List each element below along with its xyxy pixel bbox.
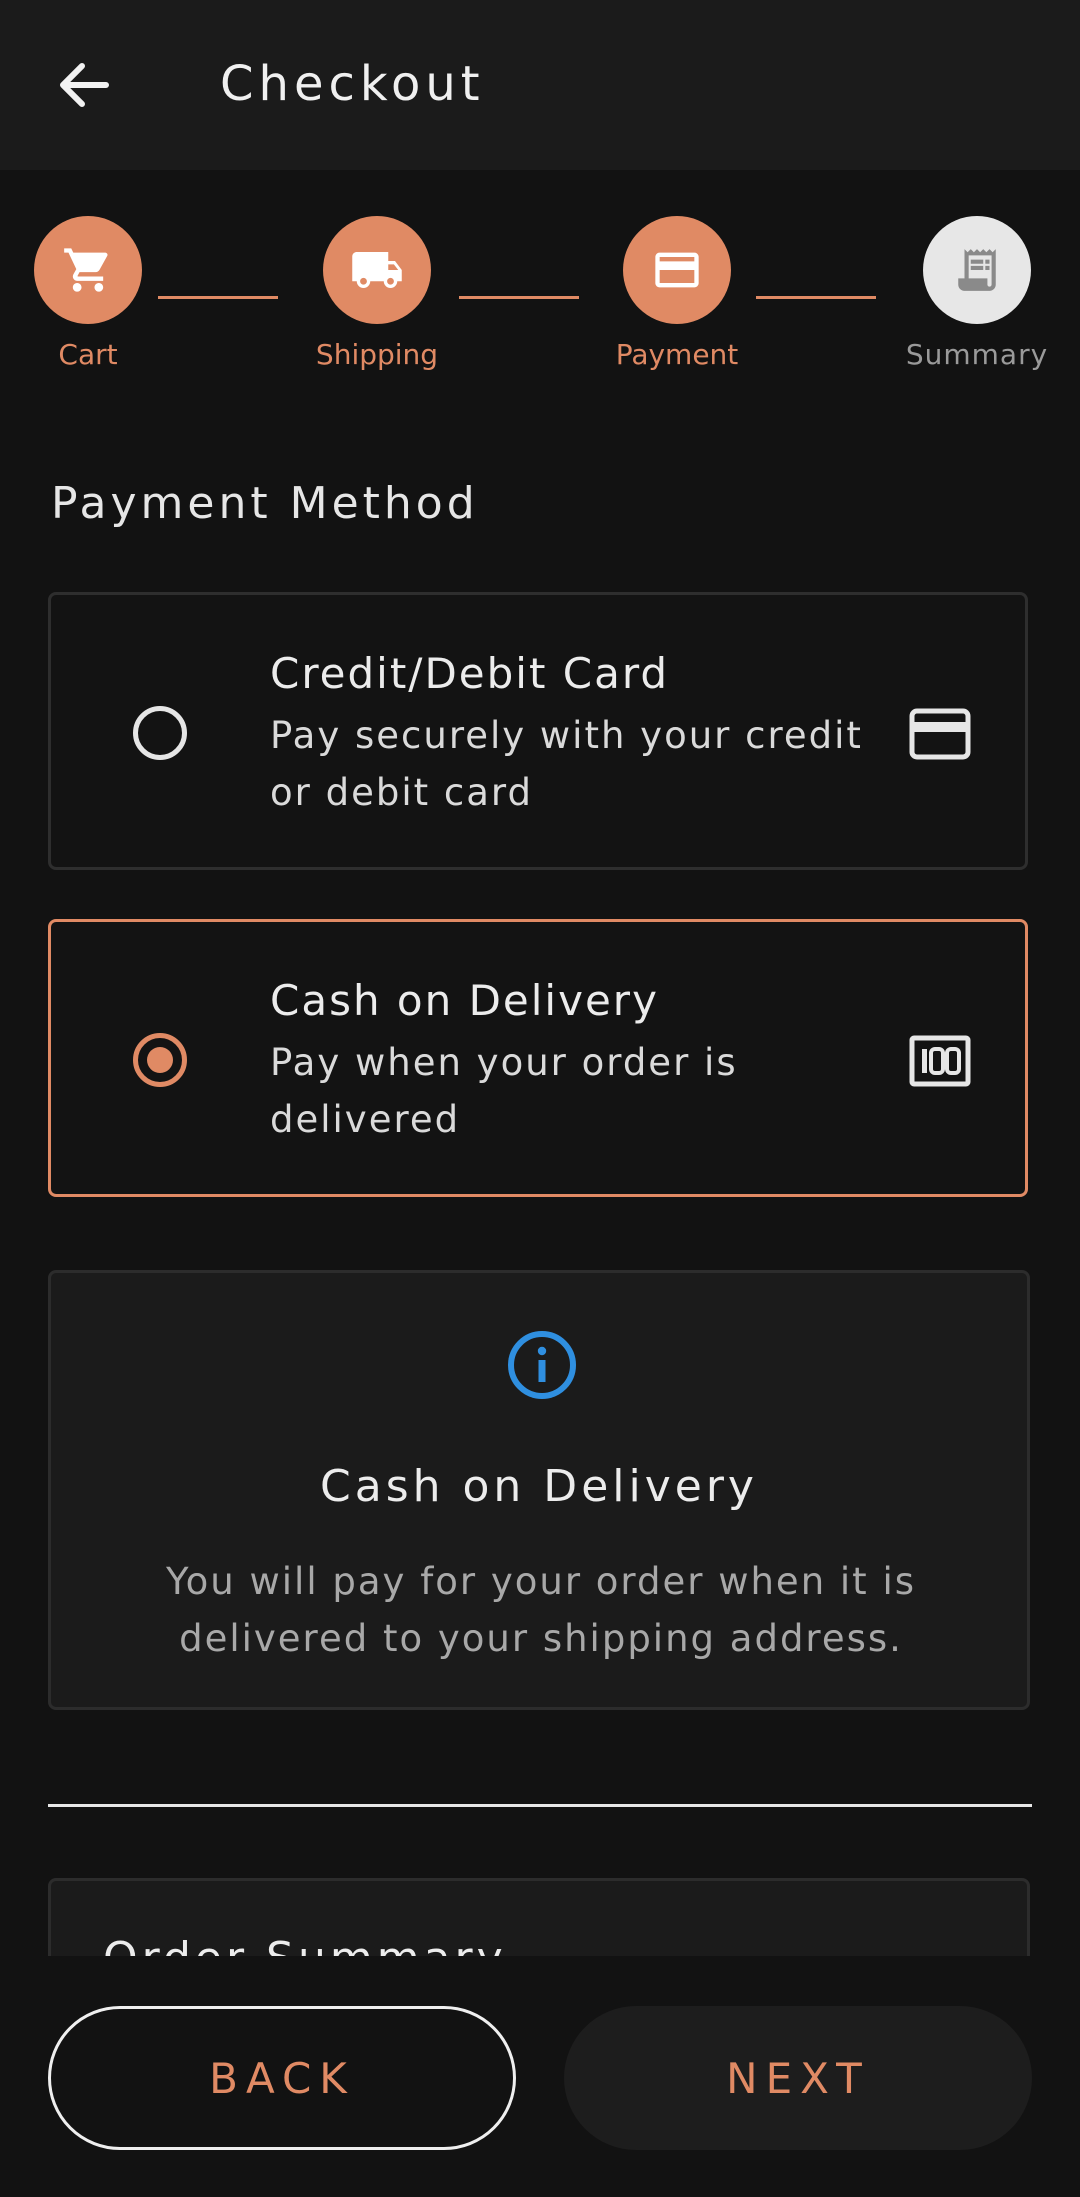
app-bar: Checkout — [0, 0, 1080, 170]
step-payment[interactable]: Payment — [592, 216, 762, 396]
cod-info-card: Cash on Delivery You will pay for your o… — [48, 1270, 1030, 1710]
next-button[interactable]: NEXT — [564, 2006, 1032, 2150]
info-title: Cash on Delivery — [320, 1461, 758, 1512]
divider — [48, 1804, 1032, 1807]
truck-icon — [352, 252, 402, 288]
option-description: Pay when your order is delivered — [270, 1041, 738, 1141]
step-label: Summary — [905, 338, 1049, 371]
step-label: Cart — [58, 338, 118, 371]
step-circle — [923, 216, 1031, 324]
info-icon — [508, 1331, 576, 1399]
checkout-stepper: Cart Shipping Payment Summary — [0, 170, 1080, 410]
step-connector — [459, 296, 579, 299]
credit-card-icon — [909, 708, 971, 760]
step-circle — [34, 216, 142, 324]
info-text: You will pay for your order when it is d… — [165, 1560, 917, 1660]
payment-option-cod[interactable]: Cash on Delivery Pay when your order is … — [48, 919, 1028, 1197]
radio-button[interactable] — [133, 706, 187, 760]
step-label: Shipping — [315, 338, 439, 371]
option-title: Credit/Debit Card — [270, 649, 670, 698]
payment-method-heading: Payment Method — [51, 478, 479, 529]
radio-dot — [147, 1047, 173, 1073]
step-shipping[interactable]: Shipping — [292, 216, 462, 396]
payment-option-card[interactable]: Credit/Debit Card Pay securely with your… — [48, 592, 1028, 870]
step-circle — [323, 216, 431, 324]
step-cart[interactable]: Cart — [3, 216, 173, 396]
cart-icon — [64, 248, 108, 292]
step-connector — [158, 296, 278, 299]
option-title: Cash on Delivery — [270, 976, 659, 1025]
money-icon — [909, 1035, 971, 1087]
page-title: Checkout — [220, 56, 485, 112]
step-summary[interactable]: Summary — [892, 216, 1062, 396]
credit-card-icon — [655, 252, 699, 288]
back-button[interactable]: BACK — [48, 2006, 516, 2150]
option-description: Pay securely with your credit or debit c… — [270, 714, 863, 814]
step-connector — [756, 296, 876, 299]
step-circle — [623, 216, 731, 324]
bottom-action-bar: BACK NEXT — [0, 1956, 1080, 2197]
radio-button-selected[interactable] — [133, 1033, 187, 1087]
order-summary-card: Order Summary — [48, 1878, 1030, 1958]
receipt-icon — [958, 249, 996, 291]
arrow-left-icon[interactable] — [52, 53, 116, 117]
step-label: Payment — [615, 338, 739, 371]
order-summary-title: Order Summary — [103, 1933, 507, 1958]
